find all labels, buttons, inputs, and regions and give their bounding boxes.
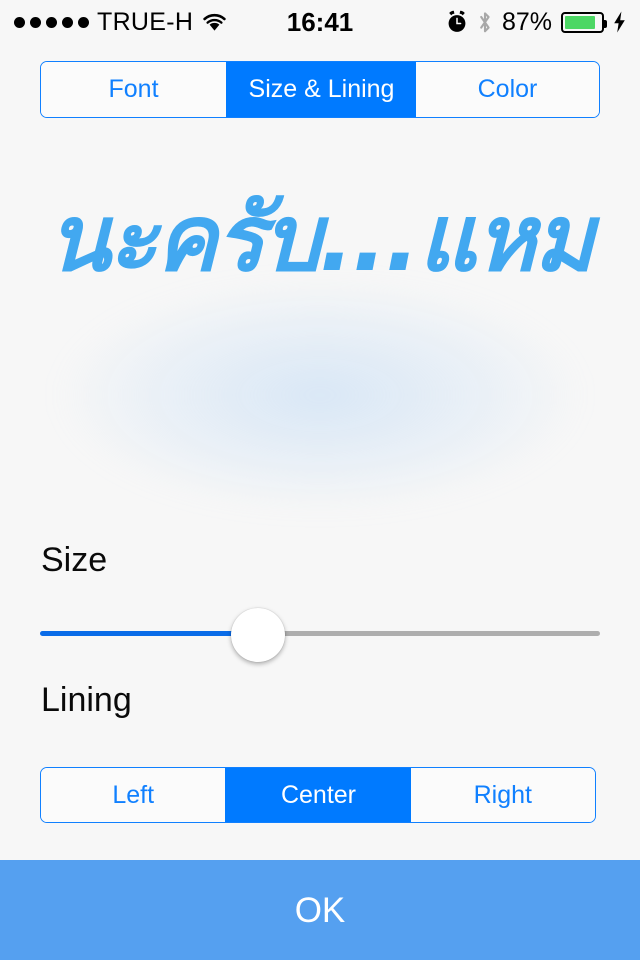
tab-font[interactable]: Font — [41, 62, 226, 117]
lining-option-left[interactable]: Left — [41, 768, 226, 822]
tab-color[interactable]: Color — [416, 62, 599, 117]
lining-segmented-control[interactable]: Left Center Right — [40, 767, 596, 823]
lining-option-right[interactable]: Right — [410, 768, 595, 822]
tab-size-and-lining[interactable]: Size & Lining — [226, 62, 416, 117]
preview-text: นะครับ...แหม — [47, 185, 594, 292]
slider-thumb[interactable] — [231, 608, 286, 662]
lightning-bolt-icon — [614, 11, 625, 33]
status-bar: TRUE-H 16:41 87% — [0, 0, 640, 44]
lining-label: Lining — [41, 681, 132, 719]
ok-button-label: OK — [294, 890, 346, 930]
status-bar-right: 87% — [446, 8, 626, 37]
size-label: Size — [41, 541, 108, 579]
lining-option-center[interactable]: Center — [225, 768, 411, 822]
ok-button[interactable]: OK — [0, 860, 640, 960]
text-preview-area[interactable]: นะครับ...แหม — [0, 130, 640, 530]
alarm-clock-icon — [448, 10, 466, 32]
slider-fill-track — [40, 631, 259, 636]
bluetooth-icon — [480, 11, 490, 32]
app-root: TRUE-H 16:41 87% Font Size & Lining Colo… — [0, 0, 640, 960]
tab-segmented-control[interactable]: Font Size & Lining Color — [40, 61, 600, 118]
battery-percent-label: 87% — [501, 7, 552, 36]
size-slider[interactable] — [40, 608, 600, 662]
slider-remaining-track — [258, 631, 600, 636]
preview-glow — [60, 280, 580, 510]
battery-icon — [561, 11, 607, 33]
